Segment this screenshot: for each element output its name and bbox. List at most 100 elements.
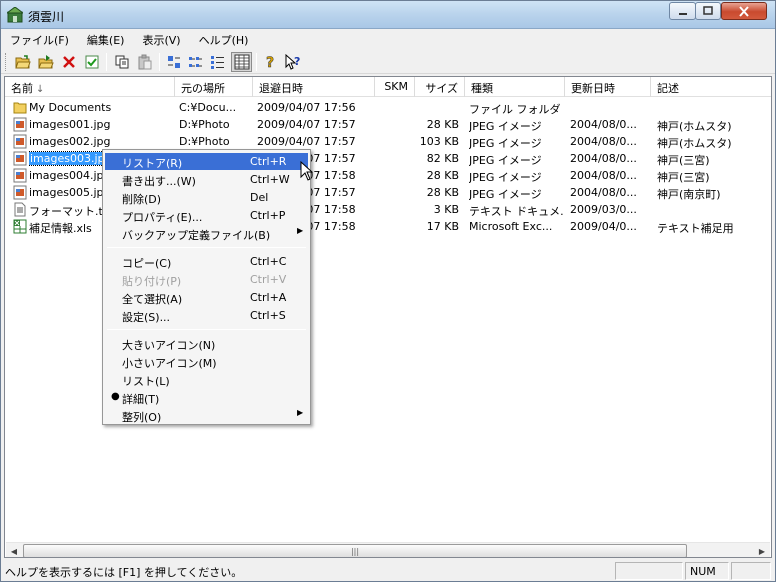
context-menu-item[interactable]: 整列(O) ▶ bbox=[105, 407, 308, 424]
menu-item-label: リストア(R) bbox=[122, 157, 183, 170]
menu-view[interactable]: 表示(V) bbox=[133, 30, 189, 49]
status-pane-extra bbox=[731, 562, 771, 580]
paste-icon bbox=[138, 54, 151, 70]
file-name: My Documents bbox=[29, 101, 112, 114]
minimize-button[interactable] bbox=[669, 2, 696, 20]
context-menu-item: 貼り付け(P) Ctrl+V bbox=[105, 271, 308, 288]
column-modified[interactable]: 更新日時 bbox=[565, 77, 651, 97]
menu-file[interactable]: ファイル(F) bbox=[1, 30, 78, 49]
scroll-right-arrow-icon[interactable]: ▶ bbox=[754, 543, 770, 557]
menu-item-label: 詳細(T) bbox=[122, 393, 160, 406]
cell-type: JPEG イメージ bbox=[469, 137, 542, 150]
menu-edit[interactable]: 編集(E) bbox=[78, 30, 134, 49]
column-name[interactable]: 名前 ↓ bbox=[5, 77, 175, 97]
cell-evacuated: 2009/04/07 17:57 bbox=[257, 135, 356, 148]
context-menu-item[interactable]: 小さいアイコン(M) bbox=[105, 353, 308, 370]
maximize-button[interactable] bbox=[695, 2, 721, 20]
cell-description: 神戸(三宮) bbox=[657, 171, 710, 184]
context-menu-item[interactable]: 書き出す...(W) Ctrl+W bbox=[105, 171, 308, 188]
num-lock-indicator: NUM bbox=[685, 562, 729, 580]
list-view-icon bbox=[210, 56, 224, 69]
toolbar-separator bbox=[256, 53, 257, 71]
cell-modified: 2009/04/0... bbox=[570, 220, 637, 233]
context-menu-item[interactable]: 全て選択(A) Ctrl+A bbox=[105, 289, 308, 306]
menu-item-shortcut: Ctrl+C bbox=[250, 255, 287, 268]
cell-modified: 2009/03/0... bbox=[570, 203, 637, 216]
context-menu-item[interactable]: 設定(S)... Ctrl+S bbox=[105, 307, 308, 324]
cell-type: テキスト ドキュメ... bbox=[469, 205, 563, 218]
cell-description bbox=[657, 99, 769, 116]
cell-size: 28 KB bbox=[426, 186, 459, 199]
status-pane-empty bbox=[615, 562, 683, 580]
check-button[interactable] bbox=[81, 52, 102, 72]
menu-item-shortcut: Ctrl+S bbox=[250, 309, 286, 322]
cell-evacuated: 2009/04/07 17:56 bbox=[257, 101, 356, 114]
column-location[interactable]: 元の場所 bbox=[175, 77, 253, 97]
column-name-label: 名前 bbox=[11, 82, 33, 95]
table-row[interactable]: images001.jpg D:¥Photo 2009/04/07 17:57 28 … bbox=[5, 116, 771, 133]
cell-description bbox=[657, 201, 769, 218]
menu-help[interactable]: ヘルプ(H) bbox=[190, 30, 258, 49]
large-icons-button[interactable] bbox=[163, 52, 184, 72]
column-evacuated[interactable]: 退避日時 bbox=[253, 77, 375, 97]
open-folder-icon bbox=[14, 55, 31, 69]
context-menu-item[interactable]: 大きいアイコン(N) bbox=[105, 335, 308, 352]
scrollbar-thumb[interactable]: ||| bbox=[23, 544, 687, 557]
context-menu-item[interactable]: リスト(L) bbox=[105, 371, 308, 388]
menu-item-label: 全て選択(A) bbox=[122, 293, 183, 306]
table-row[interactable]: My Documents C:¥Docu... 2009/04/07 17:56 ファ… bbox=[5, 99, 771, 116]
scroll-left-arrow-icon[interactable]: ◀ bbox=[6, 543, 22, 557]
list-view-button[interactable] bbox=[207, 52, 228, 72]
context-help-button[interactable]: ? bbox=[283, 52, 304, 72]
open-folder-button[interactable] bbox=[12, 52, 33, 72]
horizontal-scrollbar[interactable]: ◀ ||| ▶ bbox=[6, 542, 770, 557]
column-header: 名前 ↓ 元の場所 退避日時 SKM サイズ 種類 更新日時 記述 bbox=[5, 77, 771, 97]
cell-evacuated: 2009/04/07 17:57 bbox=[257, 118, 356, 131]
check-icon bbox=[85, 55, 98, 69]
column-description[interactable]: 記述 bbox=[651, 77, 771, 97]
cell-size: 17 KB bbox=[426, 220, 459, 233]
menu-bar: ファイル(F) 編集(E) 表示(V) ヘルプ(H) bbox=[1, 30, 775, 49]
context-menu-item[interactable]: バックアップ定義ファイル(B) ▶ bbox=[105, 225, 308, 242]
grip-icon: ||| bbox=[350, 546, 360, 556]
cell-skm bbox=[377, 167, 411, 184]
paste-button[interactable] bbox=[134, 52, 155, 72]
cell-name: images002.jpg bbox=[29, 133, 175, 150]
cell-location: D:¥Photo bbox=[179, 135, 230, 148]
column-size[interactable]: サイズ bbox=[415, 77, 465, 97]
copy-button[interactable] bbox=[111, 52, 132, 72]
context-menu-item[interactable]: コピー(C) Ctrl+C bbox=[105, 253, 308, 270]
context-menu-item[interactable]: プロパティ(E)... Ctrl+P bbox=[105, 207, 308, 224]
column-skm[interactable]: SKM bbox=[375, 77, 415, 97]
context-menu-item[interactable]: 削除(D) Del bbox=[105, 189, 308, 206]
menu-item-label: 整列(O) bbox=[122, 411, 162, 424]
maximize-icon bbox=[703, 6, 713, 15]
context-menu-item[interactable]: ● 詳細(T) bbox=[105, 389, 308, 406]
cell-description: 神戸(三宮) bbox=[657, 154, 710, 167]
mouse-cursor-icon bbox=[300, 161, 313, 181]
small-icons-button[interactable] bbox=[185, 52, 206, 72]
menu-item-label: 大きいアイコン(N) bbox=[122, 339, 216, 352]
app-icon bbox=[7, 7, 23, 23]
open-file-button[interactable] bbox=[35, 52, 56, 72]
context-menu-item[interactable]: リストア(R) Ctrl+R bbox=[105, 153, 308, 170]
toolbar-grip[interactable] bbox=[5, 53, 8, 71]
excel-file-icon bbox=[13, 219, 27, 234]
window-title: 須雲川 bbox=[28, 10, 65, 24]
image-file-icon bbox=[13, 134, 27, 149]
context-menu-body: リストア(R) Ctrl+R 書き出す...(W) Ctrl+W 削除(D) Del プロパ… bbox=[103, 150, 310, 424]
column-type[interactable]: 種類 bbox=[465, 77, 565, 97]
cell-type: JPEG イメージ bbox=[469, 171, 542, 184]
menu-item-label: 削除(D) bbox=[122, 193, 162, 206]
table-row[interactable]: images002.jpg D:¥Photo 2009/04/07 17:57 103… bbox=[5, 133, 771, 150]
cell-location: C:¥Docu... bbox=[179, 101, 237, 114]
status-text: ヘルプを表示するには [F1] を押してください。 bbox=[5, 566, 243, 579]
title-bar[interactable]: 須雲川 bbox=[1, 1, 775, 29]
image-file-icon bbox=[13, 117, 27, 132]
close-button[interactable] bbox=[721, 2, 767, 20]
details-view-button[interactable] bbox=[231, 52, 252, 72]
delete-button[interactable] bbox=[58, 52, 79, 72]
help-button[interactable]: ? bbox=[260, 52, 281, 72]
image-file-icon bbox=[13, 151, 27, 166]
sort-down-icon: ↓ bbox=[36, 84, 45, 95]
